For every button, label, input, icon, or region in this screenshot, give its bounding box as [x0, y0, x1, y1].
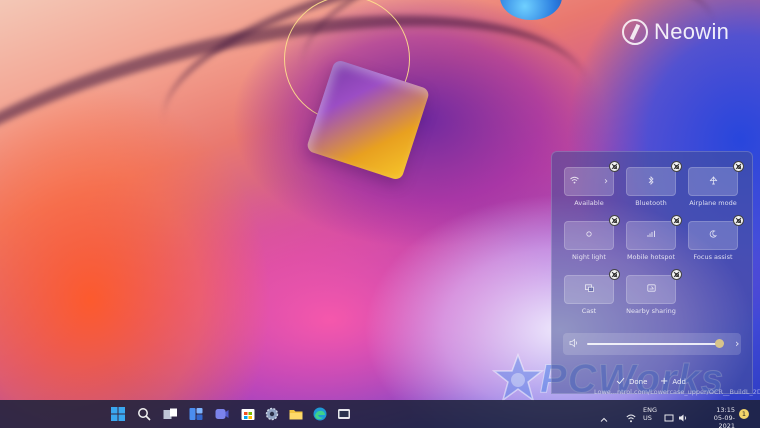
unpin-icon[interactable]: [733, 215, 744, 226]
add-label: Add: [672, 378, 686, 386]
language-indicator[interactable]: ENG US: [643, 406, 657, 422]
volume-slider-row: ›: [563, 333, 741, 355]
cast-tile-button[interactable]: [564, 275, 614, 304]
quick-settings-panel: › Available Bluetooth Airplane mode Nigh…: [551, 151, 753, 394]
network-icon[interactable]: [626, 408, 636, 427]
tile-label: Night light: [572, 253, 606, 261]
notification-badge[interactable]: 1: [739, 409, 749, 419]
region-code: US: [643, 414, 652, 422]
hotspot-icon: [647, 230, 656, 241]
volume-slider-thumb[interactable]: [715, 339, 725, 348]
clock[interactable]: 13:15 05-09-2021: [699, 406, 735, 430]
unpin-icon[interactable]: [671, 215, 682, 226]
tile-label: Cast: [581, 307, 597, 315]
widgets-icon[interactable]: [188, 406, 204, 422]
wifi-icon: [570, 176, 579, 187]
language-code: ENG: [643, 406, 658, 414]
store-icon[interactable]: [240, 406, 256, 422]
unpin-icon[interactable]: [671, 269, 682, 280]
neowin-watermark-text: Neowin: [654, 19, 730, 44]
volume-slider-track[interactable]: [587, 343, 720, 345]
tile-label: Mobile hotspot: [626, 253, 676, 261]
edge-icon[interactable]: [312, 406, 328, 422]
pcworks-logo-icon: [490, 352, 546, 405]
nearby-sharing-tile-button[interactable]: [626, 275, 676, 304]
done-button[interactable]: Done: [616, 375, 647, 389]
unpin-icon[interactable]: [609, 269, 620, 280]
unpin-icon[interactable]: [609, 215, 620, 226]
night-light-icon: [585, 230, 593, 241]
moon-icon: [709, 230, 717, 241]
network-status-icon[interactable]: [664, 408, 674, 427]
tile-label: Focus assist: [693, 253, 733, 261]
neowin-watermark: Neowin: [622, 18, 729, 46]
chevron-right-icon[interactable]: ›: [735, 337, 739, 350]
bluetooth-tile-button[interactable]: [626, 167, 676, 196]
checkmark-icon: [616, 377, 625, 387]
plus-icon: +: [660, 376, 669, 387]
tile-label: Bluetooth: [635, 199, 667, 207]
taskbar: ENG US 13:15 05-09-2021 1: [0, 400, 760, 430]
file-explorer-icon[interactable]: [288, 406, 304, 422]
tray-chevron-up-icon[interactable]: [600, 409, 608, 428]
unpin-icon[interactable]: [671, 161, 682, 172]
teams-chat-icon[interactable]: [214, 406, 230, 422]
night-light-tile-button[interactable]: [564, 221, 614, 250]
settings-icon[interactable]: [264, 406, 280, 422]
mobile-hotspot-tile-button[interactable]: [626, 221, 676, 250]
tile-label: Available: [574, 199, 604, 207]
cast-icon: [584, 284, 594, 295]
nearby-sharing-icon: [646, 284, 656, 295]
speaker-icon[interactable]: [569, 338, 579, 352]
chevron-right-icon[interactable]: ›: [604, 176, 608, 187]
neowin-logo-icon: [622, 19, 648, 45]
add-button[interactable]: + Add: [660, 375, 686, 389]
wifi-tile-button[interactable]: ›: [564, 167, 614, 196]
overlay-url-text: Lowe...ntrol.com/Lowercase_upper/OCR__Bu…: [594, 388, 760, 396]
search-icon[interactable]: [136, 406, 152, 422]
unpin-icon[interactable]: [733, 161, 744, 172]
tile-label: Nearby sharing: [626, 307, 676, 315]
tile-label: Airplane mode: [689, 199, 737, 207]
airplane-icon: [709, 176, 718, 188]
unpin-icon[interactable]: [609, 161, 620, 172]
done-label: Done: [629, 378, 648, 386]
airplane-mode-tile-button[interactable]: [688, 167, 738, 196]
task-view-icon[interactable]: [162, 406, 178, 422]
clock-time: 13:15: [716, 406, 735, 414]
windows-start-icon[interactable]: [110, 406, 126, 422]
speaker-icon[interactable]: [678, 408, 688, 427]
taskbar-app-icon[interactable]: [336, 406, 352, 422]
bluetooth-icon: [648, 175, 654, 188]
focus-assist-tile-button[interactable]: [688, 221, 738, 250]
